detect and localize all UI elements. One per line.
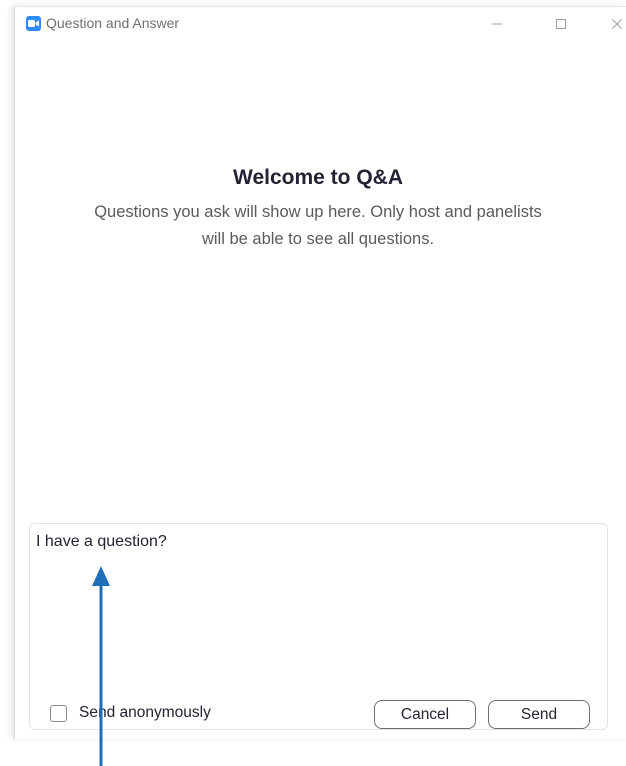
send-anonymously-option[interactable]: Send anonymously [50,704,211,722]
welcome-description: Questions you ask will show up here. Onl… [94,203,542,248]
welcome-panel: Welcome to Q&A Questions you ask will sh… [0,166,626,253]
send-anonymously-checkbox[interactable] [50,704,67,722]
title-bar: Question and Answer [15,7,626,41]
minimize-icon[interactable] [484,11,510,37]
cancel-button[interactable]: Cancel [374,700,476,729]
close-icon[interactable] [604,11,626,37]
question-composer: I have a question? Send anonymously Canc… [29,523,608,730]
maximize-icon[interactable] [548,11,574,37]
window-title: Question and Answer [46,15,180,31]
zoom-video-camera-icon [26,16,41,31]
screen: Question and Answer Welcome to Q&A Quest… [0,0,626,766]
send-button[interactable]: Send [488,700,590,729]
welcome-title: Welcome to Q&A [233,166,403,189]
annotation-arrow-icon [92,566,110,766]
question-input[interactable]: I have a question? [36,533,596,673]
